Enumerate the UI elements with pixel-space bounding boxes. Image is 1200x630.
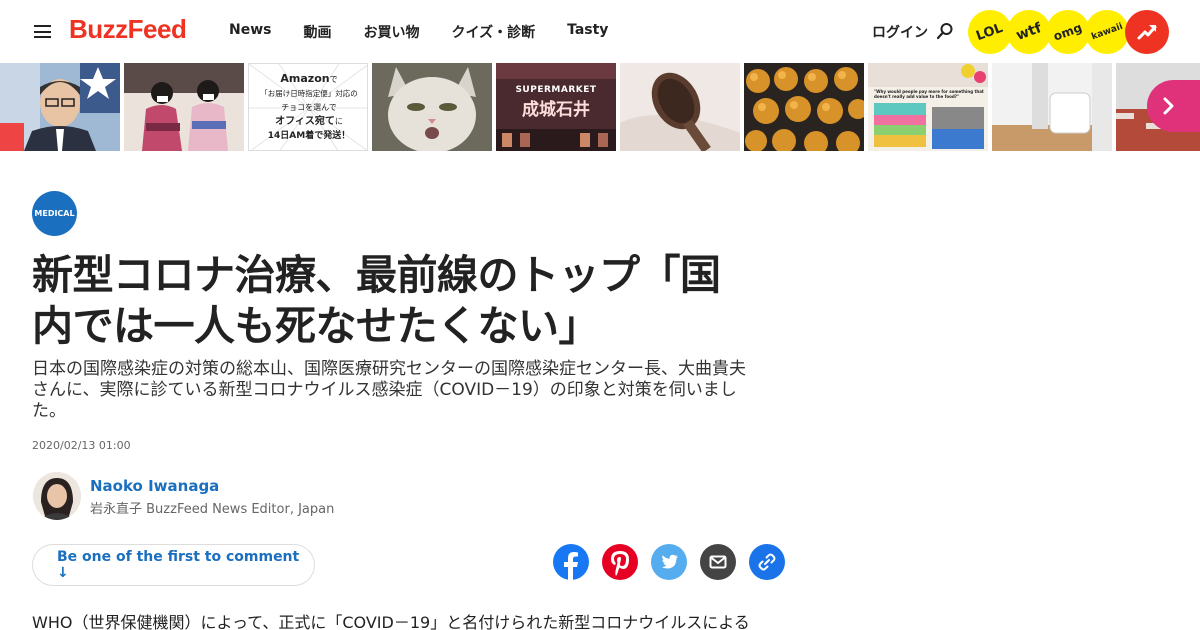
thumbnail-cat[interactable] [372,63,492,151]
promo-line-2: 「お届け日時指定便」対応の [260,89,358,98]
top-navigation: BuzzFeed News 動画 お買い物 クイズ・診断 Tasty ログイン … [0,0,1200,62]
category-badge[interactable]: MEDICAL [32,191,77,236]
kawaii-badge-label: kawaii [1089,21,1125,43]
pinterest-icon [611,551,629,576]
menu-icon[interactable] [34,25,51,38]
promo-line-5: 14日AM着で発送！ [267,131,351,141]
copy-link-button[interactable] [749,544,785,580]
facebook-share-button[interactable] [553,544,589,580]
wtf-badge-label: wtf [1014,20,1044,44]
description-line-2: さんに、実際に診ている新型コロナウイルス感染症（COVID－19）の印象と対策を… [32,380,737,400]
comment-button[interactable]: Be one of the first to comment ↓ [32,544,315,586]
promo-particle-ni: に [334,117,343,126]
envelope-icon [709,555,727,569]
search-icon[interactable] [936,22,954,40]
login-link[interactable]: ログイン [872,22,928,42]
thumbnail-doctor[interactable] [0,63,120,151]
buzzfeed-logo[interactable]: BuzzFeed [69,14,187,45]
chevron-right-icon [1163,97,1174,115]
facebook-icon [564,552,578,580]
article-headline: 新型コロナ治療、最前線のトップ「国 内では一人も死なせたくない」 [32,250,792,352]
nav-item-news[interactable]: News [229,22,271,42]
headline-line-2: 内では一人も死なせたくない」 [32,302,600,350]
headline-line-1: 新型コロナ治療、最前線のトップ「国 [32,251,721,299]
link-icon [758,553,776,571]
nav-item-shopping[interactable]: お買い物 [363,22,419,42]
promo-particle-de: で [329,75,338,84]
author-title: 岩永直子 BuzzFeed News Editor, Japan [90,502,335,517]
kawaii-badge[interactable]: kawaii [1085,10,1129,54]
thumbnail-kimono[interactable] [124,63,244,151]
promo-amazon-label: Amazon [280,72,330,85]
thumbnail-appliance[interactable] [992,63,1112,151]
promo-line-3: チョコを選んで [281,103,337,112]
author-name[interactable]: Naoko Iwanaga [90,477,219,495]
pinterest-share-button[interactable] [602,544,638,580]
thumbnail-amazon-promo[interactable]: Amazonで 「お届け日時指定便」対応の チョコを選んで オフィス宛てに 14… [248,63,368,151]
primary-nav: News 動画 お買い物 クイズ・診断 Tasty [229,22,640,42]
twitter-share-button[interactable] [651,544,687,580]
wtf-badge[interactable]: wtf [1007,10,1051,54]
supermarket-sign-japanese: 成城石井 [522,100,590,120]
lol-badge-label: LOL [974,20,1006,44]
thumbnail-hairbrush[interactable] [620,63,740,151]
trending-arrow-icon [1137,25,1157,40]
nav-item-quizzes[interactable]: クイズ・診断 [451,22,535,42]
nav-item-video[interactable]: 動画 [303,22,331,42]
thumbnail-caption: "Why would people pay more for something… [874,89,984,99]
article-description: 日本の国際感染症の対策の総本山、国際医療研究センターの国際感染症センター長、大曲… [32,359,802,422]
thumbnail-takoyaki[interactable] [744,63,864,151]
trending-thumbnail-strip: Amazonで 「お届け日時指定便」対応の チョコを選んで オフィス宛てに 14… [0,63,1200,151]
publish-timestamp: 2020/02/13 01:00 [32,439,131,452]
email-share-button[interactable] [700,544,736,580]
omg-badge[interactable]: omg [1046,10,1090,54]
thumbnail-supermarket[interactable]: SUPERMARKET 成城石井 [496,63,616,151]
thumbnail-tape-rolls[interactable]: "Why would people pay more for something… [868,63,988,151]
article-body-first-line: WHO（世界保健機関）によって、正式に「COVID－19」と名付けられた新型コロ… [32,613,750,630]
twitter-icon [661,554,678,569]
lol-badge[interactable]: LOL [968,10,1012,54]
trending-badge[interactable] [1125,10,1169,54]
nav-item-tasty[interactable]: Tasty [567,22,608,42]
strip-next-button[interactable] [1147,80,1200,132]
author-avatar[interactable] [33,472,81,520]
description-line-3: た。 [32,401,66,421]
omg-badge-label: omg [1051,20,1085,44]
description-line-1: 日本の国際感染症の対策の総本山、国際医療研究センターの国際感染症センター長、大曲… [32,359,746,379]
supermarket-sign-english: SUPERMARKET [515,85,597,95]
promo-office-label: オフィス宛て [275,116,335,127]
